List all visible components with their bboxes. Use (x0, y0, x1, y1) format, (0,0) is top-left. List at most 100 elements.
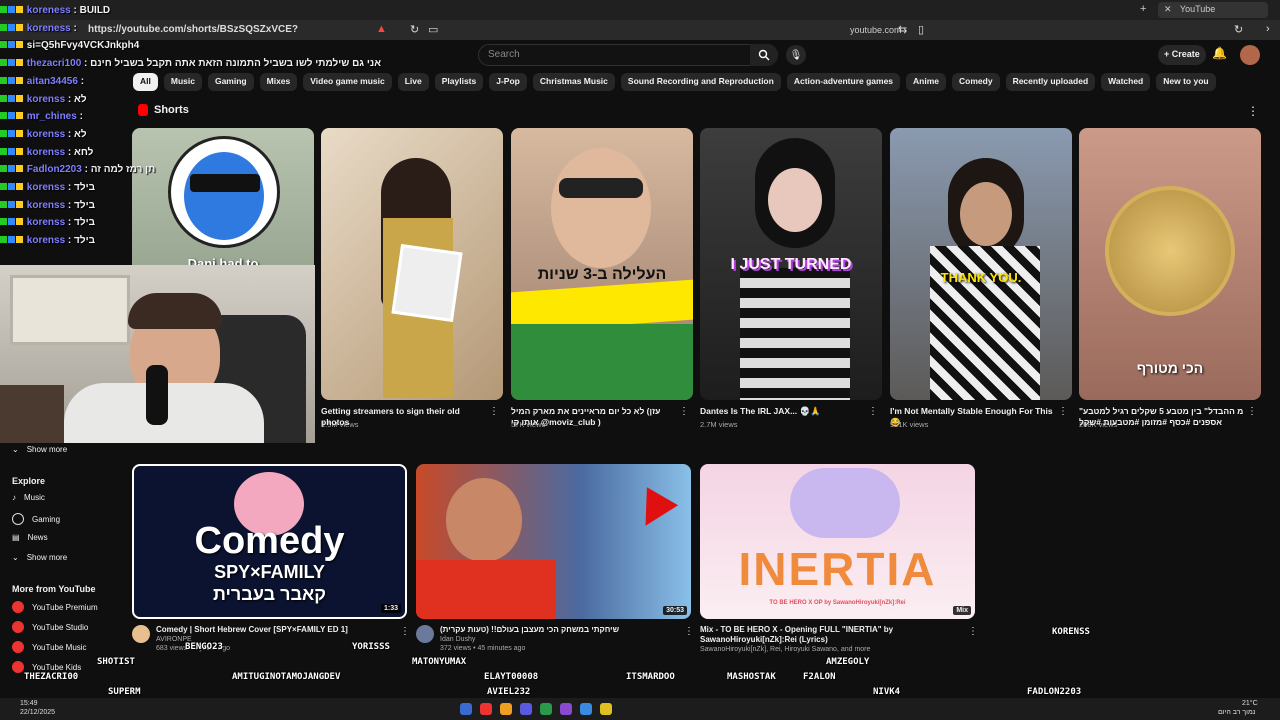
refresh-icon[interactable]: ↻ (1234, 23, 1243, 36)
short-thumbnail[interactable]: הכי מטורף (1079, 128, 1261, 400)
badge-icon (16, 218, 23, 226)
sidebar-item-gaming[interactable]: Gaming (12, 513, 60, 525)
badge-icon (0, 129, 7, 137)
sidebar-show-more[interactable]: ⌄ Show more (12, 445, 67, 454)
chip-comedy[interactable]: Comedy (952, 73, 1000, 91)
address-bar[interactable]: https://youtube.com/shorts/BSzSQSZxVCE? … (0, 20, 1280, 40)
short-card[interactable]: Getting streamers to sign their old phot… (321, 128, 503, 429)
more-actions-icon[interactable]: ⋮ (489, 406, 499, 417)
chat-message: korenss : בילד (0, 197, 140, 215)
chip-new-to-you[interactable]: New to you (1156, 73, 1216, 91)
app-icon[interactable] (500, 703, 512, 715)
sidebar-item-music-app[interactable]: YouTube Music (12, 641, 87, 653)
short-title[interactable]: Dantes Is The IRL JAX... 💀🙏 (700, 406, 882, 428)
chip-mixes[interactable]: Mixes (259, 73, 298, 91)
short-title[interactable]: "מ ההבדל" בין מטבע 5 שקלים רגיל למטבע אס… (1079, 406, 1261, 428)
folder-icon[interactable] (600, 703, 612, 715)
short-thumbnail[interactable]: העלילה ב-3 שניות (511, 128, 693, 400)
short-title[interactable]: I'm Not Mentally Stable Enough For This … (890, 406, 1072, 428)
chat-separator: : (70, 22, 77, 34)
more-actions-icon[interactable]: ⋮ (1058, 406, 1068, 417)
chip-j-pop[interactable]: J-Pop (489, 73, 527, 91)
new-tab-button[interactable]: + (1140, 3, 1146, 15)
channel-avatar[interactable] (416, 625, 434, 643)
chip-music[interactable]: Music (163, 73, 202, 91)
video-thumbnail[interactable]: Comedy SPY×FAMILY קאבר בעברית 1:33 (132, 464, 407, 619)
video-thumbnail[interactable]: INERTIA TO BE HERO X OP by SawanoHiroyuk… (700, 464, 975, 619)
video-card[interactable]: Comedy SPY×FAMILY קאבר בעברית 1:33 Comed… (132, 464, 407, 653)
chat-text: בילד (74, 199, 95, 211)
chip-gaming[interactable]: Gaming (207, 73, 254, 91)
short-thumbnail[interactable] (321, 128, 503, 400)
video-title[interactable]: Comedy | Short Hebrew Cover [SPY×FAMILY … (156, 625, 348, 635)
sidebar-item-news[interactable]: ▤ News (12, 533, 48, 542)
short-thumbnail[interactable]: THANK YOU. (890, 128, 1072, 400)
chip-sound-recording-and-reproduction[interactable]: Sound Recording and Reproduction (620, 73, 781, 91)
badge-icon (16, 147, 23, 155)
short-card[interactable]: העלילה ב-3 שניות עזן) לא כל יום מראיינים… (511, 128, 693, 429)
forward-icon[interactable]: › (1266, 23, 1270, 35)
more-actions-icon[interactable]: ⋮ (868, 406, 878, 417)
bookmark-icon[interactable]: ▯ (918, 23, 924, 36)
chip-action-adventure-games[interactable]: Action-adventure games (786, 73, 901, 91)
video-title[interactable]: Mix - TO BE HERO X - Opening FULL "INERT… (700, 625, 975, 645)
video-title[interactable]: שיחקתי במשחק הכי מעצבן בעולם!! (טעות עקר… (440, 625, 619, 635)
chip-watched[interactable]: Watched (1101, 73, 1151, 91)
more-actions-icon[interactable]: ⋮ (679, 406, 689, 417)
create-button[interactable]: + Create (1158, 45, 1206, 65)
channel-name[interactable]: SawanoHiroyuki[nZk], Rei, Hiroyuki Sawan… (700, 645, 975, 654)
more-actions-icon[interactable]: ⋮ (968, 626, 978, 637)
app-icon[interactable] (540, 703, 552, 715)
video-duration: 1:33 (380, 604, 401, 613)
notifications-bell-icon[interactable]: 🔔 (1212, 46, 1227, 60)
short-title[interactable]: Getting streamers to sign their old phot… (321, 406, 503, 428)
short-card[interactable]: הכי מטורף "מ ההבדל" בין מטבע 5 שקלים רגי… (1079, 128, 1261, 429)
app-icon[interactable] (480, 703, 492, 715)
badge-icon (0, 183, 7, 191)
tabs-icon[interactable]: ▭ (428, 23, 438, 36)
browser-tab[interactable]: ✕ YouTube (1158, 2, 1268, 18)
video-card[interactable]: 30:53 שיחקתי במשחק הכי מעצבן בעולם!! (טע… (416, 464, 691, 653)
sidebar-item-music[interactable]: ♪ Music (12, 493, 45, 502)
chat-text: בילד (74, 235, 95, 247)
short-card[interactable]: I JUST TURNED Dantes Is The IRL JAX... 💀… (700, 128, 882, 429)
chip-live[interactable]: Live (397, 73, 429, 91)
chip-christmas-music[interactable]: Christmas Music (532, 73, 615, 91)
chip-recently-uploaded[interactable]: Recently uploaded (1005, 73, 1096, 91)
chat-separator: : (65, 128, 75, 140)
sidebar-item-premium[interactable]: YouTube Premium (12, 601, 98, 613)
search-input[interactable]: Search (478, 44, 778, 66)
chip-anime[interactable]: Anime (906, 73, 947, 91)
shield-icon[interactable]: ▲ (376, 23, 387, 35)
sidebar-item-studio[interactable]: YouTube Studio (12, 621, 88, 633)
short-title[interactable]: עזן) לא כל יום מראיינים את מארק המיל אות… (511, 406, 693, 428)
filter-icon[interactable]: ⇆ (898, 23, 907, 36)
more-actions-icon[interactable]: ⋮ (1247, 406, 1257, 417)
channel-name[interactable]: Idan Dushy (440, 635, 619, 644)
badge-icon (0, 165, 7, 173)
chip-video-game-music[interactable]: Video game music (303, 73, 392, 91)
app-icon[interactable] (520, 703, 532, 715)
chat-separator: : (65, 182, 75, 194)
chevron-down-icon: ⌄ (12, 553, 19, 562)
channel-avatar[interactable] (132, 625, 150, 643)
sidebar-show-more[interactable]: ⌄ Show more (12, 553, 67, 562)
chat-message: korenss : לא (0, 91, 140, 109)
more-actions-icon[interactable]: ⋮ (400, 626, 410, 637)
chip-playlists[interactable]: Playlists (434, 73, 484, 91)
app-icon[interactable] (580, 703, 592, 715)
app-icon[interactable] (460, 703, 472, 715)
more-actions-icon[interactable]: ⋮ (684, 626, 694, 637)
mic-button[interactable]: 🎙 (786, 45, 806, 65)
video-thumbnail[interactable]: 30:53 (416, 464, 691, 619)
app-icon[interactable] (560, 703, 572, 715)
video-card[interactable]: INERTIA TO BE HERO X OP by SawanoHiroyuk… (700, 464, 975, 654)
viewer-name: FADLON2203 (1027, 687, 1082, 697)
short-card[interactable]: THANK YOU. I'm Not Mentally Stable Enoug… (890, 128, 1072, 429)
short-thumbnail[interactable]: I JUST TURNED (700, 128, 882, 400)
avatar[interactable] (1240, 45, 1260, 65)
shorts-more-icon[interactable]: ⋮ (1247, 104, 1259, 118)
search-button[interactable] (750, 44, 778, 66)
reload-icon[interactable]: ↻ (410, 23, 419, 36)
close-tab-icon[interactable]: ✕ (1164, 4, 1172, 14)
